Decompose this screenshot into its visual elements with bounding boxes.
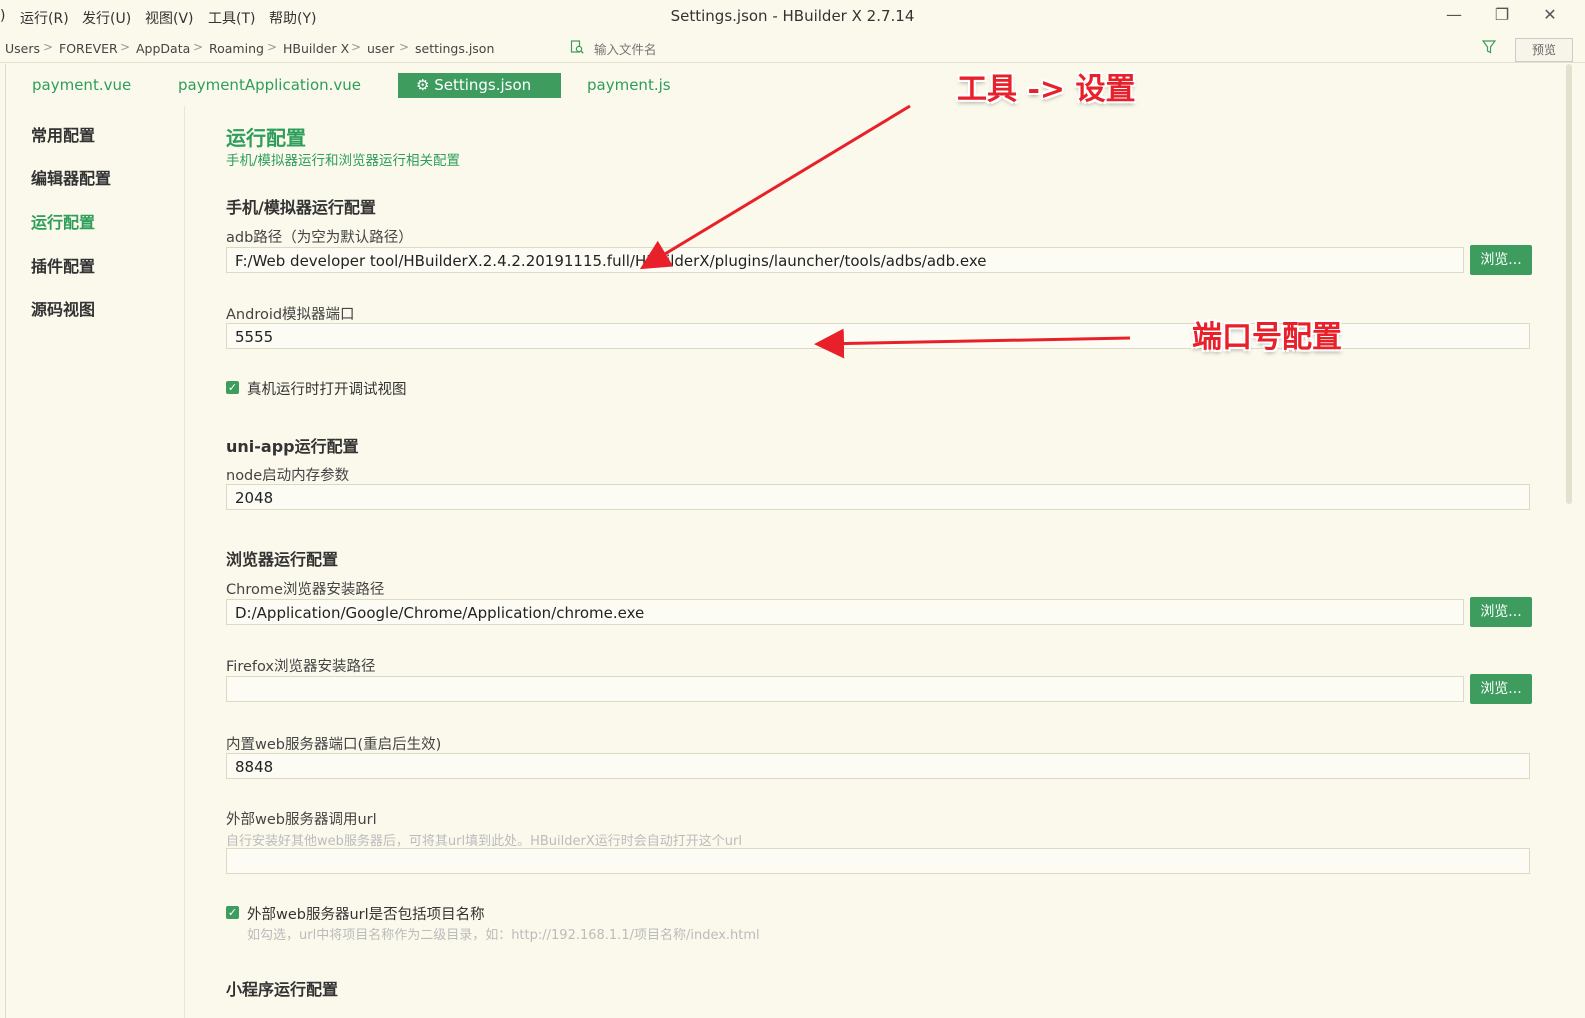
adb-path-label: adb路径（为空为默认路径）: [226, 230, 413, 246]
breadcrumb-item[interactable]: user: [367, 41, 394, 56]
group-title-mobile: 手机/模拟器运行配置: [226, 198, 376, 217]
include-project-name-hint: 如勾选，url中将项目名称作为二级目录，如：http://192.168.1.1…: [247, 928, 760, 943]
menu-item-truncated[interactable]: ): [0, 8, 5, 24]
arrow-to-adb-path: [639, 104, 911, 270]
breadcrumb-item[interactable]: HBuilder X: [283, 41, 349, 56]
chrome-path-label: Chrome浏览器安装路径: [226, 582, 385, 598]
breadcrumb-separator: >: [120, 40, 131, 54]
node-memory-label: node启动内存参数: [226, 468, 350, 484]
external-url-label: 外部web服务器调用url: [226, 812, 377, 828]
web-port-label: 内置web服务器端口(重启后生效): [226, 737, 442, 753]
breadcrumb-item[interactable]: settings.json: [415, 41, 494, 56]
adb-browse-button[interactable]: 浏览...: [1470, 245, 1532, 275]
adb-path-input[interactable]: F:/Web developer tool/HBuilderX.2.4.2.20…: [226, 247, 1464, 273]
minimize-icon[interactable]: —: [1444, 5, 1464, 25]
tab-settings-json[interactable]: ⚙ Settings.json: [398, 73, 561, 98]
file-search-icon: [570, 40, 584, 54]
section-subtitle: 手机/模拟器运行和浏览器运行相关配置: [226, 153, 461, 169]
firefox-browse-button[interactable]: 浏览...: [1470, 674, 1532, 704]
nav-item-common[interactable]: 常用配置: [31, 122, 95, 146]
breadcrumb-item[interactable]: Users: [5, 41, 40, 56]
tab-payment-application-vue[interactable]: paymentApplication.vue: [178, 73, 361, 98]
settings-nav: 常用配置 编辑器配置 运行配置 插件配置 源码视图: [6, 106, 185, 1018]
menu-item-publish[interactable]: 发行(U): [82, 8, 131, 28]
chrome-path-input[interactable]: D:/Application/Google/Chrome/Application…: [226, 599, 1464, 625]
editor-tabs: payment.vue paymentApplication.vue ⚙ Set…: [6, 64, 1566, 106]
breadcrumb-item[interactable]: AppData: [136, 41, 190, 56]
firefox-path-label: Firefox浏览器安装路径: [226, 659, 376, 675]
file-search-input[interactable]: [592, 38, 1376, 60]
breadcrumb-separator: >: [43, 40, 54, 54]
section-title: 运行配置: [226, 126, 306, 150]
debug-view-label: 真机运行时打开调试视图: [247, 382, 407, 398]
filter-icon[interactable]: [1482, 40, 1496, 54]
breadcrumb-item[interactable]: FOREVER: [59, 41, 118, 56]
restore-icon[interactable]: ❐: [1492, 5, 1512, 25]
preview-button[interactable]: 预览: [1515, 38, 1573, 62]
menu-item-run[interactable]: 运行(R): [20, 8, 69, 28]
debug-view-checkbox[interactable]: ✓: [226, 381, 239, 394]
breadcrumb: Users > FOREVER > AppData > Roaming > HB…: [0, 36, 1585, 63]
android-port-label: Android模拟器端口: [226, 307, 355, 323]
nav-item-run[interactable]: 运行配置: [31, 209, 95, 233]
external-url-hint: 自行安装好其他web服务器后，可将其url填到此处。HBuilderX运行时会自…: [226, 834, 742, 849]
annotation-port-config: 端口号配置: [1192, 320, 1342, 355]
nav-item-source-view[interactable]: 源码视图: [31, 296, 95, 320]
chrome-browse-button[interactable]: 浏览...: [1470, 597, 1532, 627]
node-memory-input[interactable]: 2048: [226, 484, 1530, 510]
firefox-path-input[interactable]: [226, 676, 1464, 702]
web-port-input[interactable]: 8848: [226, 753, 1530, 779]
nav-item-editor[interactable]: 编辑器配置: [31, 165, 111, 189]
menu-bar: ) 运行(R) 发行(U) 视图(V) 工具(T) 帮助(Y) Settings…: [0, 0, 1585, 34]
menu-item-tools[interactable]: 工具(T): [208, 8, 255, 28]
annotation-tools-settings: 工具 -> 设置: [957, 72, 1136, 107]
tab-payment-js[interactable]: payment.js: [587, 73, 671, 98]
breadcrumb-item[interactable]: Roaming: [209, 41, 264, 56]
group-title-miniprogram: 小程序运行配置: [226, 980, 339, 999]
external-url-input[interactable]: [226, 848, 1530, 874]
tab-payment-vue[interactable]: payment.vue: [32, 73, 131, 98]
breadcrumb-separator: >: [267, 40, 278, 54]
menu-item-help[interactable]: 帮助(Y): [269, 8, 316, 28]
breadcrumb-separator: >: [193, 40, 204, 54]
vertical-scrollbar[interactable]: [1566, 64, 1572, 504]
breadcrumb-separator: >: [399, 40, 410, 54]
nav-item-plugins[interactable]: 插件配置: [31, 253, 95, 277]
include-project-name-checkbox[interactable]: ✓: [226, 906, 239, 919]
group-title-browser: 浏览器运行配置: [226, 550, 339, 569]
menu-item-view[interactable]: 视图(V): [145, 8, 194, 28]
breadcrumb-separator: >: [351, 40, 362, 54]
group-title-uniapp: uni-app运行配置: [226, 437, 359, 456]
close-icon[interactable]: ✕: [1540, 5, 1560, 25]
include-project-name-label: 外部web服务器url是否包括项目名称: [247, 907, 485, 923]
